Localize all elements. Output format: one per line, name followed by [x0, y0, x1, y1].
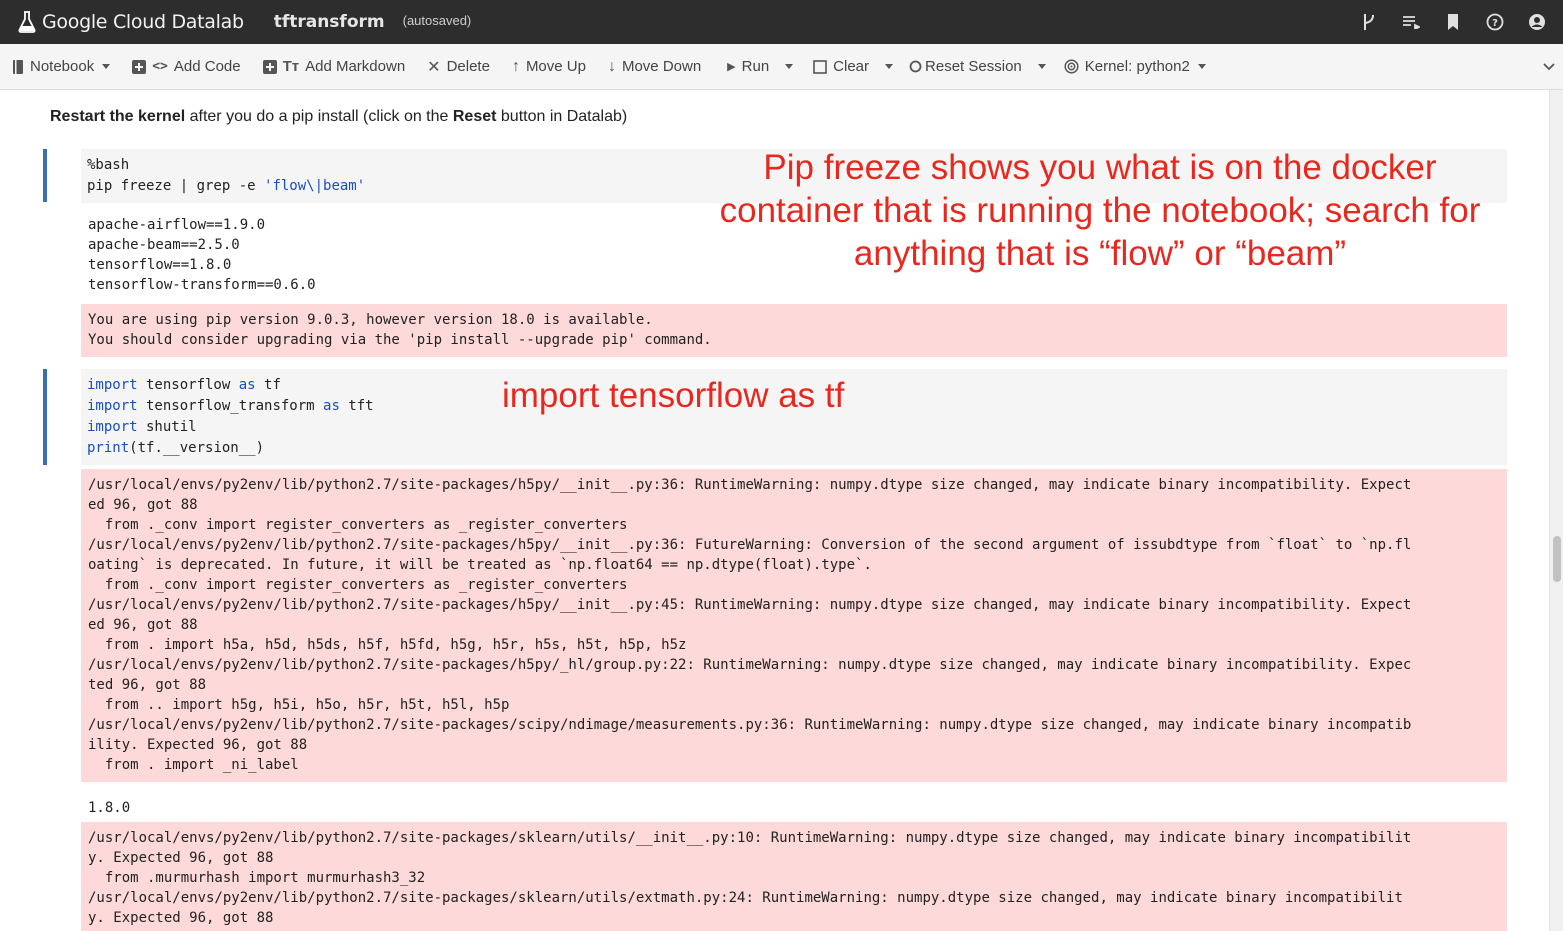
brand-name: Google Cloud Datalab: [42, 11, 244, 33]
markdown-text: after you do a pip install (click on the: [185, 108, 453, 125]
code-text: shutil: [137, 419, 197, 435]
clear-label: Clear: [833, 58, 870, 75]
add-icon: [262, 59, 277, 74]
cell-output: 1.8.0: [88, 800, 131, 816]
notebook-icon: [12, 59, 24, 75]
arrow-down-icon: ↓: [607, 57, 616, 75]
delete-label: Delete: [446, 58, 490, 75]
add-code-label: Add Code: [173, 58, 241, 75]
account-icon[interactable]: [1527, 12, 1547, 32]
notebook-content: Restart the kernel after you do a pip in…: [0, 90, 1563, 931]
cell-stderr: /usr/local/envs/py2env/lib/python2.7/sit…: [81, 469, 1507, 782]
cell-selection-bar: [43, 369, 47, 465]
cell-stderr: You are using pip version 9.0.3, however…: [81, 304, 1507, 357]
notebook-toolbar: Notebook <> Add Code Tт Add Markdown ✕ D…: [0, 44, 1563, 90]
flask-icon: [18, 11, 36, 33]
code-keyword: import: [87, 398, 138, 414]
vertical-scrollbar[interactable]: [1549, 90, 1563, 931]
branch-icon[interactable]: [1359, 12, 1379, 32]
kernel-menu[interactable]: Kernel: python2: [1060, 44, 1210, 90]
run-label: Run: [741, 58, 770, 75]
code-keyword: as: [323, 398, 340, 414]
add-icon: [132, 59, 147, 74]
annotation-pip-freeze: Pip freeze shows you what is on the dock…: [719, 148, 1481, 273]
code-keyword: as: [238, 377, 256, 393]
code-text: tensorflow_transform: [137, 398, 324, 414]
reset-session-label: Reset Session: [925, 58, 1022, 75]
markdown-bold-text: Reset: [452, 108, 497, 125]
kernel-icon: [1064, 59, 1079, 74]
code-text: tensorflow: [137, 377, 239, 393]
notebook-title[interactable]: tftransform: [274, 12, 385, 32]
delete-button[interactable]: ✕ Delete: [423, 44, 494, 90]
markdown-cell[interactable]: Restart the kernel after you do a pip in…: [50, 108, 627, 126]
code-keyword: import: [87, 377, 138, 393]
chevron-down-icon[interactable]: [1037, 64, 1046, 69]
list-icon[interactable]: [1401, 12, 1421, 32]
app-bar: Google Cloud Datalab tftransform (autosa…: [0, 0, 1563, 44]
notebook-menu-label: Notebook: [30, 58, 95, 75]
move-down-label: Move Down: [621, 58, 702, 75]
move-down-button[interactable]: ↓ Move Down: [604, 44, 705, 90]
clear-button[interactable]: Clear: [809, 44, 897, 90]
kernel-label: Kernel: python2: [1084, 58, 1190, 75]
scrollbar-thumb[interactable]: [1553, 536, 1561, 582]
help-icon[interactable]: ?: [1485, 12, 1505, 32]
add-markdown-label: Add Markdown: [305, 58, 406, 75]
code-text: (tf.__version__): [129, 440, 265, 456]
checkbox-icon: [813, 59, 827, 74]
cell-selection-bar: [43, 149, 47, 202]
bookmark-icon[interactable]: [1443, 12, 1463, 32]
add-markdown-button[interactable]: Tт Add Markdown: [259, 44, 410, 90]
datalab-logo[interactable]: Google Cloud Datalab: [18, 0, 244, 44]
code-keyword: print: [87, 440, 130, 456]
code-line: pip freeze | grep -e: [87, 178, 265, 194]
play-icon: ▶: [727, 61, 736, 73]
chevron-down-icon: [102, 64, 111, 69]
annotation-import-tf: import tensorflow as tf: [502, 376, 845, 415]
text-format-icon: Tт: [282, 58, 300, 75]
cell-stderr: /usr/local/envs/py2env/lib/python2.7/sit…: [81, 822, 1507, 931]
markdown-bold-text: Restart the kernel: [50, 108, 186, 125]
arrow-up-icon: ↑: [511, 57, 520, 75]
markdown-text: button in Datalab): [496, 108, 628, 125]
code-string: 'flow\|beam': [264, 178, 366, 194]
notebook-menu[interactable]: Notebook: [8, 44, 114, 90]
close-icon: ✕: [427, 58, 441, 76]
move-up-label: Move Up: [525, 58, 586, 75]
header-actions: ?: [1359, 0, 1547, 44]
run-button[interactable]: ▶ Run: [723, 44, 797, 90]
svg-text:?: ?: [1492, 18, 1498, 29]
code-text: tf: [255, 377, 281, 393]
code-line: %bash: [87, 157, 130, 173]
autosave-status: (autosaved): [402, 12, 472, 28]
collapse-toolbar-icon[interactable]: [1543, 58, 1555, 74]
chevron-down-icon[interactable]: [885, 64, 894, 69]
code-keyword: import: [87, 419, 138, 435]
code-text: tft: [339, 398, 374, 414]
chevron-down-icon: [1197, 64, 1206, 69]
add-code-button[interactable]: <> Add Code: [128, 44, 244, 90]
reset-session-button[interactable]: Reset Session: [905, 44, 1050, 90]
chevron-down-icon[interactable]: [785, 64, 794, 69]
circle-icon: [909, 60, 922, 73]
move-up-button[interactable]: ↑ Move Up: [508, 44, 590, 90]
code-icon: <>: [152, 59, 168, 74]
